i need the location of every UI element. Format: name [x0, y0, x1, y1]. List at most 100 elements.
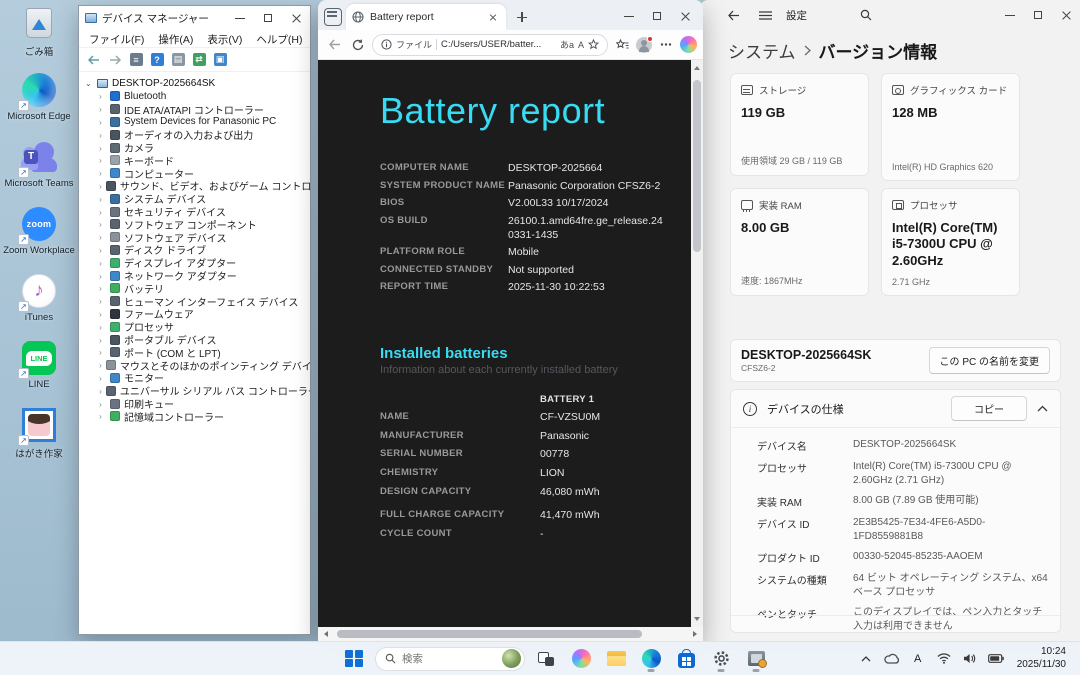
tray-chevron-up-icon[interactable] [855, 646, 877, 672]
expand-chevron-icon[interactable]: › [99, 399, 106, 409]
device-tree-item[interactable]: › マウスとそのほかのポインティング デバイス [85, 359, 310, 373]
copy-button[interactable]: コピー [951, 396, 1027, 421]
expand-chevron-icon[interactable]: › [99, 271, 106, 281]
horizontal-scrollbar[interactable] [318, 627, 703, 641]
profile-avatar[interactable] [636, 35, 653, 53]
device-tree-item[interactable]: › キーボード [85, 154, 310, 168]
vertical-scroll-thumb[interactable] [693, 80, 701, 252]
collapse-caret-icon[interactable]: ⌄ [85, 79, 93, 88]
close-button[interactable] [671, 6, 699, 26]
back-button[interactable] [324, 35, 344, 55]
taskbar-clock[interactable]: 10:24 2025/11/30 [1011, 646, 1072, 671]
device-tree-item[interactable]: › IDE ATA/ATAPI コントローラー [85, 103, 310, 117]
vertical-scrollbar[interactable] [691, 60, 703, 627]
device-manager-button[interactable] [742, 645, 770, 673]
refresh-button[interactable] [348, 35, 368, 55]
expand-chevron-icon[interactable]: › [99, 411, 106, 421]
start-button[interactable] [340, 645, 368, 673]
device-tree-item[interactable]: › オーディオの入力および出力 [85, 128, 310, 142]
expand-chevron-icon[interactable]: › [99, 386, 102, 396]
forward-button[interactable] [106, 51, 124, 69]
expand-chevron-icon[interactable]: › [99, 117, 106, 127]
desktop-icon-teams[interactable]: T ↗ Microsoft Teams [5, 138, 74, 200]
expand-chevron-icon[interactable]: › [99, 360, 102, 370]
search-input[interactable] [402, 652, 496, 665]
back-button[interactable] [722, 4, 744, 26]
battery-icon[interactable] [985, 646, 1007, 672]
device-tree-item[interactable]: › カメラ [85, 141, 310, 155]
back-button[interactable] [85, 51, 103, 69]
maximize-button[interactable] [254, 8, 282, 28]
expand-chevron-icon[interactable]: › [99, 309, 106, 319]
desktop-icon-line[interactable]: LINE ↗ LINE [8, 339, 70, 401]
new-tab-button[interactable] [512, 7, 532, 27]
microsoft-store-button[interactable] [672, 645, 700, 673]
desktop-icon-edge[interactable]: ↗ Microsoft Edge [7, 71, 71, 133]
taskbar-search[interactable] [375, 646, 525, 671]
help-icon[interactable]: ? [148, 51, 166, 69]
expand-chevron-icon[interactable]: › [99, 143, 106, 153]
rename-pc-button[interactable]: この PC の名前を変更 [928, 347, 1050, 374]
expand-chevron-icon[interactable]: › [99, 181, 102, 191]
expand-chevron-icon[interactable]: › [99, 194, 106, 204]
favorite-star-icon[interactable] [588, 39, 599, 50]
expand-chevron-icon[interactable]: › [99, 258, 106, 268]
device-tree-item[interactable]: › ネットワーク アダプター [85, 269, 310, 283]
properties-icon[interactable]: ▤ [169, 51, 187, 69]
onedrive-icon[interactable] [881, 646, 903, 672]
address-bar[interactable]: ファイル C:/Users/USER/batter... あa A [372, 33, 608, 56]
device-tree-item[interactable]: › ヒューマン インターフェイス デバイス [85, 295, 310, 309]
minimize-button[interactable] [996, 5, 1024, 25]
expand-chevron-icon[interactable]: › [99, 219, 106, 229]
more-menu-icon[interactable] [656, 35, 676, 55]
tab-actions-icon[interactable] [324, 8, 342, 26]
expand-chevron-icon[interactable]: › [99, 335, 106, 345]
scroll-up-arrow[interactable] [694, 63, 700, 70]
scan-hardware-icon[interactable]: ⇄ [190, 51, 208, 69]
scroll-left-arrow[interactable] [321, 631, 328, 637]
ime-mode-indicator[interactable]: A [907, 646, 929, 672]
info-icon[interactable] [381, 39, 392, 50]
expand-chevron-icon[interactable]: › [99, 373, 106, 383]
menu-item[interactable]: ヘルプ(H) [250, 30, 308, 47]
chevron-up-icon[interactable] [1037, 405, 1048, 412]
expand-chevron-icon[interactable]: › [99, 245, 106, 255]
speaker-icon[interactable] [959, 646, 981, 672]
device-tree-item[interactable]: › ユニバーサル シリアル バス コントローラー [85, 384, 310, 398]
close-button[interactable] [1052, 5, 1080, 25]
edge-button[interactable] [637, 645, 665, 673]
wifi-icon[interactable] [933, 646, 955, 672]
expand-chevron-icon[interactable]: › [99, 232, 106, 242]
expand-chevron-icon[interactable]: › [99, 322, 106, 332]
settings-button[interactable] [707, 645, 735, 673]
device-tree-root[interactable]: ⌄ DESKTOP-2025664SK [85, 76, 310, 90]
expand-chevron-icon[interactable]: › [99, 91, 106, 101]
desktop-icon-itunes[interactable]: ♪ ↗ iTunes [8, 272, 70, 334]
minimize-button[interactable] [615, 6, 643, 26]
horizontal-scroll-thumb[interactable] [337, 630, 642, 638]
expand-chevron-icon[interactable]: › [99, 207, 106, 217]
desktop-icon-hagaki[interactable]: ↗ はがき作家 [8, 406, 70, 468]
file-explorer-button[interactable] [602, 645, 630, 673]
remote-pc-icon[interactable]: ▣ [211, 51, 229, 69]
minimize-button[interactable] [226, 8, 254, 28]
scroll-right-arrow[interactable] [693, 631, 700, 637]
expand-chevron-icon[interactable]: › [99, 130, 106, 140]
browser-tab[interactable]: Battery report [346, 4, 506, 30]
expand-chevron-icon[interactable]: › [99, 296, 106, 306]
translate-icon[interactable]: あa [560, 38, 574, 51]
hamburger-menu-icon[interactable] [754, 4, 776, 26]
scroll-down-arrow[interactable] [694, 617, 700, 624]
desktop-icon-zoom[interactable]: zoom ↗ Zoom Workplace [3, 205, 75, 267]
read-aloud-icon[interactable]: A [578, 40, 584, 50]
expand-chevron-icon[interactable]: › [99, 104, 106, 114]
maximize-button[interactable] [1024, 5, 1052, 25]
menu-item[interactable]: 表示(V) [201, 30, 248, 47]
menu-item[interactable]: 操作(A) [152, 30, 199, 47]
copilot-button[interactable] [567, 645, 595, 673]
search-highlight-image[interactable] [502, 649, 521, 668]
list-view-icon[interactable]: ≡ [127, 51, 145, 69]
search-icon[interactable] [855, 4, 877, 26]
maximize-button[interactable] [643, 6, 671, 26]
desktop-icon-recycle-bin[interactable]: ごみ箱 [8, 4, 70, 66]
